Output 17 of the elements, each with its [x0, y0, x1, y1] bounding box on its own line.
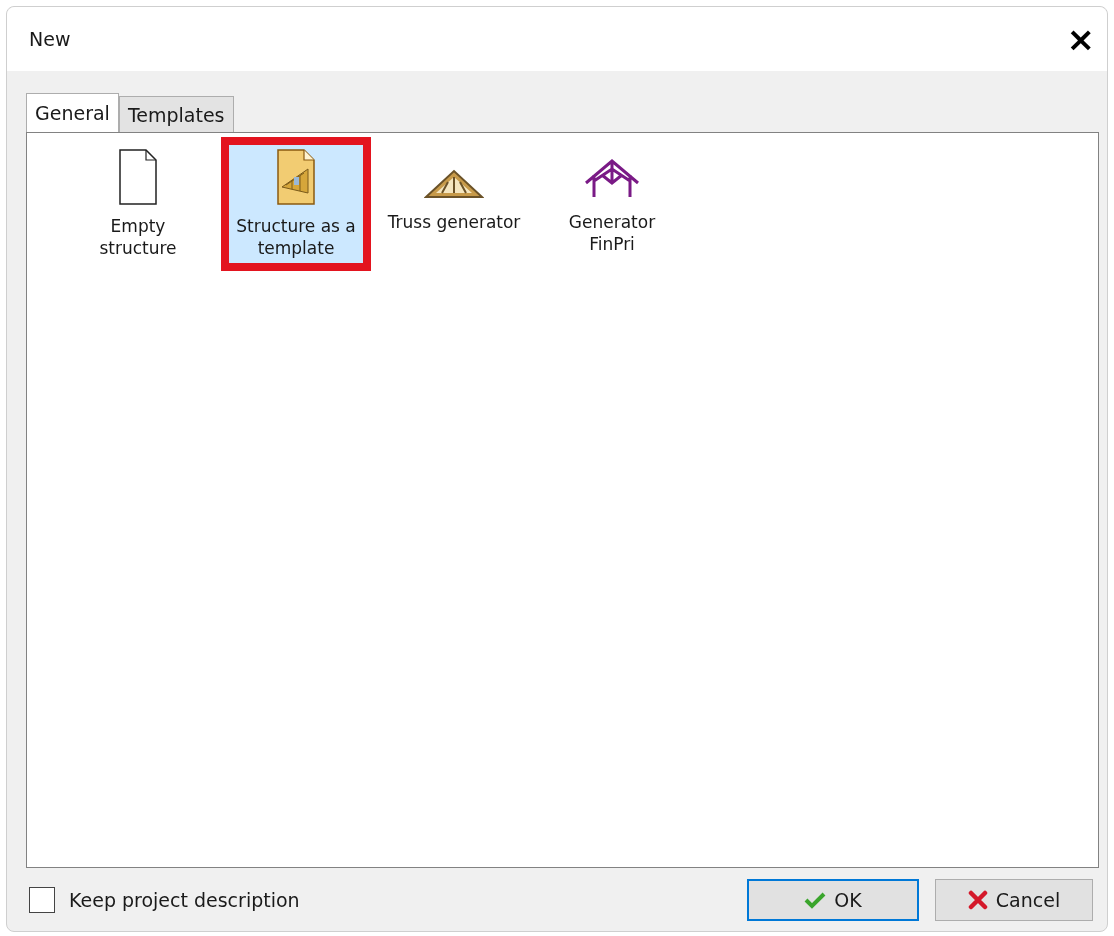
new-item[interactable]: Structure as a template — [221, 137, 371, 272]
close-button[interactable]: × — [1062, 19, 1099, 59]
checkmark-icon — [804, 890, 827, 909]
new-item[interactable]: Empty structure — [63, 137, 213, 272]
cross-icon — [967, 889, 988, 910]
window-title: New — [29, 28, 71, 50]
template-document-icon — [276, 149, 316, 205]
truss-frame-icon — [584, 159, 640, 199]
tab[interactable]: General — [26, 93, 119, 132]
blank-document-icon — [118, 149, 158, 205]
keep-description-checkbox[interactable]: Keep project description — [29, 886, 300, 913]
new-item[interactable]: Generator FinPri — [537, 137, 687, 268]
tab[interactable]: Templates — [118, 96, 234, 132]
truss-icon — [424, 169, 484, 199]
new-item[interactable]: Truss generator — [379, 137, 529, 246]
cancel-button[interactable]: Cancel — [935, 878, 1093, 921]
ok-button[interactable]: OK — [747, 878, 919, 921]
